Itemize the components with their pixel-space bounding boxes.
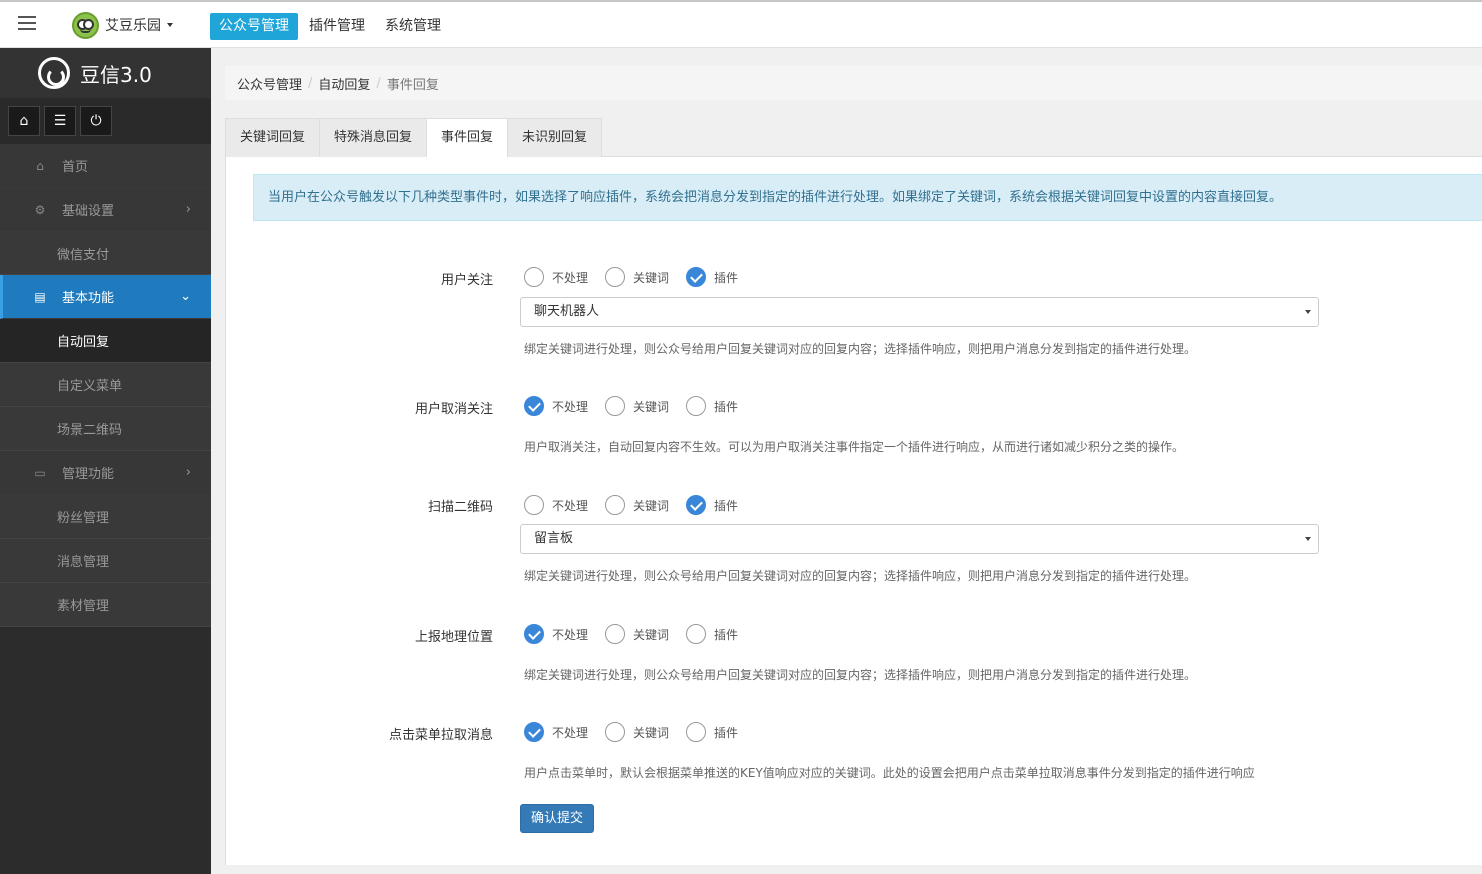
list-icon[interactable]: ☰	[44, 106, 76, 136]
plugin-select-scan-qrcode[interactable]: 留言板	[520, 524, 1319, 554]
account-switcher[interactable]: 艾豆乐园	[72, 11, 173, 39]
breadcrumb-separator: /	[376, 75, 381, 91]
caret-down-icon	[1305, 537, 1311, 541]
radio-keyword[interactable]: 关键词	[605, 396, 669, 416]
sidebar-item-wechat-pay[interactable]: 微信支付	[0, 232, 211, 275]
sidebar-item-label: 基本功能	[62, 291, 115, 306]
radio-plugin[interactable]: 插件	[686, 396, 738, 416]
reply-tabs: 关键词回复 特殊消息回复 事件回复 未识别回复	[225, 118, 1482, 157]
radio-none[interactable]: 不处理	[524, 267, 588, 287]
sidebar-item-fans[interactable]: 粉丝管理	[0, 495, 211, 539]
top-bar: 艾豆乐园 公众号管理 插件管理 系统管理	[0, 0, 1482, 48]
main-content: 公众号管理 / 自动回复 / 事件回复 关键词回复 特殊消息回复 事件回复 未识…	[211, 48, 1482, 874]
sidebar-brand: 豆信3.0	[0, 48, 211, 98]
sidebar-item-custom-menu[interactable]: 自定义菜单	[0, 363, 211, 407]
field-label-location: 上报地理位置	[414, 630, 493, 645]
tab-unrecognized-reply[interactable]: 未识别回复	[507, 118, 603, 157]
field-label-scan-qrcode: 扫描二维码	[427, 500, 493, 515]
info-alert: 当用户在公众号触发以下几种类型事件时，如果选择了响应插件，系统会把消息分发到指定…	[253, 174, 1482, 221]
radio-plugin[interactable]: 插件	[686, 722, 738, 742]
caret-down-icon	[1305, 310, 1311, 314]
sidebar-item-scene-qrcode[interactable]: 场景二维码	[0, 407, 211, 451]
gear-icon: ⚙	[34, 202, 46, 217]
top-nav: 公众号管理 插件管理 系统管理	[210, 13, 452, 40]
plugin-select-subscribe[interactable]: 聊天机器人	[520, 297, 1319, 327]
submit-button[interactable]: 确认提交	[520, 804, 594, 833]
tab-event-reply[interactable]: 事件回复	[426, 118, 509, 157]
chevron-right-icon: ›	[185, 465, 191, 480]
radio-none[interactable]: 不处理	[524, 495, 588, 515]
sidebar-item-auto-reply[interactable]: 自动回复	[0, 319, 211, 363]
power-icon[interactable]: ⏻	[80, 106, 112, 136]
field-label-menu-click: 点击菜单拉取消息	[388, 728, 493, 743]
radio-keyword[interactable]: 关键词	[605, 624, 669, 644]
sidebar-title: 豆信3.0	[80, 62, 152, 87]
nav-system-management[interactable]: 系统管理	[376, 13, 450, 40]
radio-none[interactable]: 不处理	[524, 722, 588, 742]
radio-none[interactable]: 不处理	[524, 396, 588, 416]
radio-plugin[interactable]: 插件	[686, 624, 738, 644]
sidebar-item-home[interactable]: ⌂ 首页	[0, 144, 211, 188]
sidebar-item-basic-features[interactable]: ▤ 基本功能 ⌄	[0, 275, 211, 319]
nav-plugin-management[interactable]: 插件管理	[300, 13, 374, 40]
select-value: 留言板	[534, 531, 574, 546]
sidebar-item-basic-settings[interactable]: ⚙ 基础设置 ›	[0, 188, 211, 232]
field-label-unsubscribe: 用户取消关注	[414, 402, 493, 417]
chevron-right-icon: ›	[185, 202, 191, 217]
reply-panel: 关键词回复 特殊消息回复 事件回复 未识别回复 当用户在公众号触发以下几种类型事…	[225, 118, 1482, 865]
home-icon[interactable]: ⌂	[8, 106, 40, 136]
sidebar-item-materials[interactable]: 素材管理	[0, 583, 211, 627]
radio-keyword[interactable]: 关键词	[605, 495, 669, 515]
radio-keyword[interactable]: 关键词	[605, 722, 669, 742]
sidebar-item-label: 基础设置	[62, 204, 115, 219]
caret-down-icon	[167, 23, 173, 27]
radio-none[interactable]: 不处理	[524, 624, 588, 644]
radio-group-location: 不处理 关键词 插件	[524, 624, 755, 644]
help-text: 绑定关键词进行处理，则公众号给用户回复关键词对应的回复内容；选择插件响应，则把用…	[524, 569, 1197, 583]
help-text: 用户取消关注，自动回复内容不生效。可以为用户取消关注事件指定一个插件进行响应，从…	[524, 440, 1185, 454]
help-text: 绑定关键词进行处理，则公众号给用户回复关键词对应的回复内容；选择插件响应，则把用…	[524, 342, 1197, 356]
chevron-down-icon: ⌄	[180, 289, 191, 304]
breadcrumb: 公众号管理 / 自动回复 / 事件回复	[225, 66, 1482, 100]
field-label-subscribe: 用户关注	[440, 273, 493, 288]
event-reply-form: 当用户在公众号触发以下几种类型事件时，如果选择了响应插件，系统会把消息分发到指定…	[225, 157, 1482, 865]
radio-group-menu-click: 不处理 关键词 插件	[524, 722, 755, 742]
breadcrumb-current: 事件回复	[386, 77, 439, 93]
help-text: 用户点击菜单时，默认会根据菜单推送的KEY值响应对应的关键词。此处的设置会把用户…	[524, 766, 1255, 780]
home-icon: ⌂	[36, 158, 44, 173]
sidebar: 豆信3.0 ⌂ ☰ ⏻ ⌂ 首页 ⚙ 基础设置 › 微信支付 ▤ 基本功能 ⌄ …	[0, 48, 211, 874]
radio-plugin[interactable]: 插件	[686, 267, 738, 287]
sidebar-item-messages[interactable]: 消息管理	[0, 539, 211, 583]
radio-keyword[interactable]: 关键词	[605, 267, 669, 287]
tab-keyword-reply[interactable]: 关键词回复	[225, 118, 321, 157]
sidebar-item-label: 首页	[62, 160, 89, 175]
account-name: 艾豆乐园	[105, 18, 161, 34]
quick-actions: ⌂ ☰ ⏻	[0, 98, 211, 144]
briefcase-icon: ▭	[34, 465, 46, 480]
breadcrumb-item[interactable]: 公众号管理	[237, 74, 302, 93]
help-text: 绑定关键词进行处理，则公众号给用户回复关键词对应的回复内容；选择插件响应，则把用…	[524, 668, 1197, 682]
nav-wechat-management[interactable]: 公众号管理	[210, 13, 298, 40]
breadcrumb-separator: /	[308, 75, 313, 91]
douxin-logo-icon	[38, 57, 70, 89]
radio-group-scan-qrcode: 不处理 关键词 插件	[524, 495, 755, 515]
sidebar-item-label: 管理功能	[62, 467, 115, 482]
radio-plugin[interactable]: 插件	[686, 495, 738, 515]
select-value: 聊天机器人	[534, 304, 600, 319]
document-icon: ▤	[34, 289, 46, 304]
tab-special-message-reply[interactable]: 特殊消息回复	[319, 118, 428, 157]
radio-group-subscribe: 不处理 关键词 插件	[524, 267, 755, 287]
hamburger-menu-icon[interactable]	[18, 16, 36, 30]
breadcrumb-item[interactable]: 自动回复	[318, 74, 370, 93]
frog-logo-icon	[72, 11, 99, 39]
radio-group-unsubscribe: 不处理 关键词 插件	[524, 396, 755, 416]
sidebar-item-management[interactable]: ▭ 管理功能 ›	[0, 451, 211, 495]
